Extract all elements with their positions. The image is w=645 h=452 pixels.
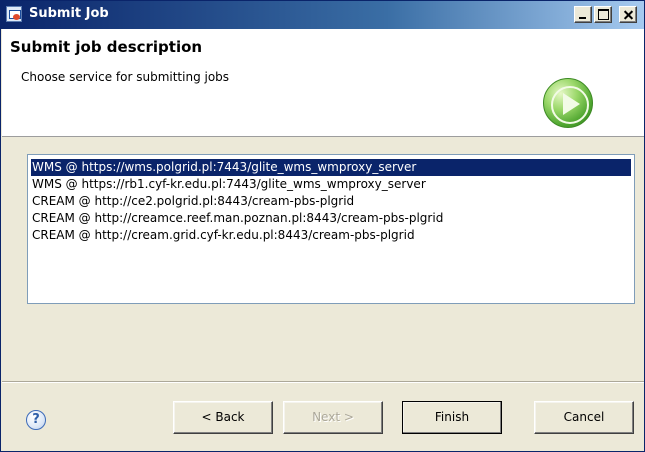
help-icon[interactable]: ? bbox=[26, 410, 46, 430]
wizard-header: Submit job description Choose service fo… bbox=[2, 29, 644, 137]
list-item[interactable]: WMS @ https://rb1.cyf-kr.edu.pl:7443/gli… bbox=[31, 176, 631, 193]
page-title: Submit job description bbox=[10, 38, 203, 56]
service-list[interactable]: WMS @ https://wms.polgrid.pl:7443/glite_… bbox=[27, 154, 635, 304]
play-icon bbox=[543, 78, 593, 128]
app-icon bbox=[6, 6, 22, 22]
next-button[interactable]: Next > bbox=[283, 401, 383, 434]
list-item[interactable]: CREAM @ http://ce2.polgrid.pl:8443/cream… bbox=[31, 193, 631, 210]
list-item[interactable]: CREAM @ http://creamce.reef.man.poznan.p… bbox=[31, 210, 631, 227]
footer-separator bbox=[2, 381, 644, 383]
window-title: Submit Job bbox=[29, 6, 109, 21]
maximize-button[interactable] bbox=[594, 6, 612, 23]
finish-button[interactable]: Finish bbox=[402, 401, 502, 434]
list-item[interactable]: CREAM @ http://cream.grid.cyf-kr.edu.pl:… bbox=[31, 227, 631, 244]
back-button[interactable]: < Back bbox=[173, 401, 273, 434]
cancel-button[interactable]: Cancel bbox=[534, 401, 634, 434]
page-description: Choose service for submitting jobs bbox=[21, 70, 230, 84]
list-item[interactable]: WMS @ https://wms.polgrid.pl:7443/glite_… bbox=[30, 158, 632, 177]
title-bar[interactable]: Submit Job bbox=[1, 1, 644, 29]
close-button[interactable] bbox=[619, 6, 637, 23]
minimize-button[interactable] bbox=[574, 6, 592, 23]
submit-job-dialog: Submit Job Submit job description Choose… bbox=[0, 0, 645, 452]
